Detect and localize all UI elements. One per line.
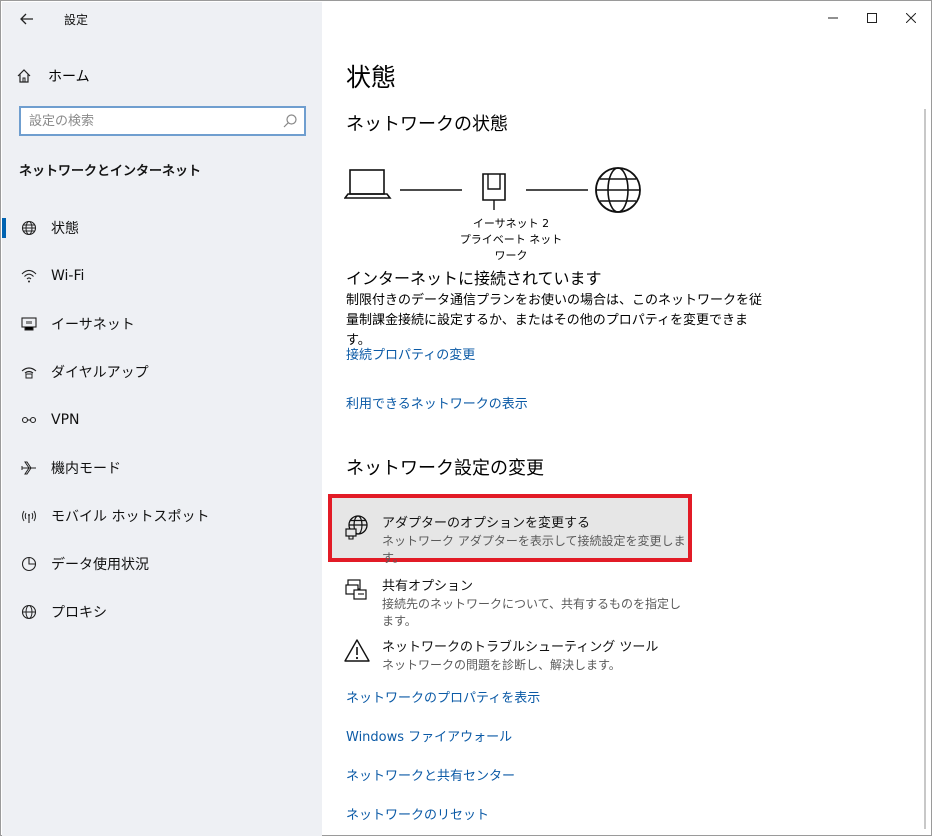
change-settings-heading: ネットワーク設定の変更 — [346, 458, 544, 479]
sharing-icon — [345, 579, 367, 600]
sidebar-item-label: プロキシ — [51, 605, 107, 621]
change-connection-properties-link[interactable]: 接続プロパティの変更 — [346, 344, 475, 363]
sidebar-nav: 状態 Wi-Fi イーサネット ダイヤルアップ VPN 機内モード モバイル ホ… — [2, 204, 322, 636]
connection-description: 制限付きのデータ通信プランをお使いの場合は、このネットワークを従量制課金接続に設… — [346, 293, 763, 348]
sidebar-item-label: データ使用状況 — [51, 557, 149, 573]
vpn-icon — [20, 411, 38, 429]
airplane-icon — [20, 459, 38, 477]
windows-firewall-link[interactable]: Windows ファイアウォール — [346, 726, 512, 745]
option-description: ネットワークの問題を診断し、解決します。 — [382, 658, 621, 672]
sidebar-item-data-usage[interactable]: データ使用状況 — [2, 540, 322, 588]
settings-window: 設定 ホーム ネットワークとインターネット 状態 Wi-Fi イーサネット — [0, 0, 932, 836]
internet-globe-icon — [595, 167, 641, 213]
sidebar-item-label: ダイヤルアップ — [51, 365, 149, 381]
search-input[interactable] — [21, 108, 271, 134]
network-troubleshooter-button[interactable]: ネットワークのトラブルシューティング ツール ネットワークの問題を診断し、解決し… — [332, 622, 688, 682]
home-icon — [17, 69, 31, 83]
adapter-name: イーサネット 2 — [472, 217, 550, 230]
ethernet-port-icon — [482, 173, 506, 210]
dialup-icon — [20, 363, 38, 381]
ethernet-icon — [20, 315, 38, 333]
home-label: ホーム — [48, 69, 90, 85]
laptop-icon — [344, 169, 392, 199]
search-box[interactable] — [19, 106, 306, 136]
option-title: 共有オプション — [382, 579, 474, 594]
sidebar-item-ethernet[interactable]: イーサネット — [2, 300, 322, 348]
option-title: アダプターのオプションを変更する — [382, 516, 591, 531]
sidebar: 設定 ホーム ネットワークとインターネット 状態 Wi-Fi イーサネット — [2, 2, 322, 836]
view-network-properties-link[interactable]: ネットワークのプロパティを表示 — [346, 687, 540, 706]
adapter-globe-icon — [345, 515, 368, 540]
sidebar-item-proxy[interactable]: プロキシ — [2, 588, 322, 636]
sidebar-item-label: 機内モード — [51, 461, 121, 477]
hotspot-icon — [20, 507, 38, 525]
app-title: 設定 — [64, 13, 89, 27]
warning-icon — [344, 639, 370, 662]
network-sharing-center-link[interactable]: ネットワークと共有センター — [346, 765, 515, 784]
change-adapter-options-button[interactable]: アダプターのオプションを変更する ネットワーク アダプターを表示して接続設定を変… — [328, 494, 692, 565]
globe-icon — [20, 603, 38, 621]
scrollbar[interactable] — [920, 109, 930, 829]
sidebar-item-label: VPN — [51, 412, 80, 428]
data-usage-icon — [20, 555, 38, 573]
sidebar-item-hotspot[interactable]: モバイル ホットスポット — [2, 492, 322, 540]
section-heading: ネットワークとインターネット — [19, 164, 202, 179]
sidebar-item-label: モバイル ホットスポット — [51, 509, 210, 525]
back-button[interactable] — [11, 5, 43, 33]
search-icon — [283, 114, 297, 128]
sidebar-item-dialup[interactable]: ダイヤルアップ — [2, 348, 322, 396]
sidebar-item-label: Wi-Fi — [51, 268, 85, 284]
scrollbar-track[interactable] — [924, 109, 926, 829]
network-status-heading: ネットワークの状態 — [346, 114, 508, 135]
back-arrow-icon — [20, 13, 33, 25]
sidebar-item-status[interactable]: 状態 — [2, 204, 322, 252]
connection-status: インターネットに接続されています — [346, 269, 602, 288]
home-nav-item[interactable]: ホーム — [16, 65, 90, 87]
wifi-icon — [20, 267, 38, 285]
sharing-options-button[interactable]: 共有オプション 接続先のネットワークについて、共有するものを指定します。 — [332, 561, 688, 628]
page-title: 状態 — [346, 63, 397, 92]
network-type: プライベート ネットワーク — [459, 233, 563, 262]
sidebar-item-label: イーサネット — [51, 317, 135, 333]
main-content: 状態 ネットワークの状態 イーサネット 2 プライベート ネットワーク インター… — [322, 2, 922, 836]
sidebar-item-wifi[interactable]: Wi-Fi — [2, 252, 322, 300]
sidebar-item-vpn[interactable]: VPN — [2, 396, 322, 444]
adapter-info: イーサネット 2 プライベート ネットワーク — [456, 216, 566, 264]
network-reset-link[interactable]: ネットワークのリセット — [346, 804, 489, 823]
show-available-networks-link[interactable]: 利用できるネットワークの表示 — [346, 393, 528, 412]
sidebar-item-label: 状態 — [51, 221, 79, 237]
option-title: ネットワークのトラブルシューティング ツール — [382, 640, 659, 655]
sidebar-item-airplane-mode[interactable]: 機内モード — [2, 444, 322, 492]
globe-icon — [20, 219, 38, 237]
